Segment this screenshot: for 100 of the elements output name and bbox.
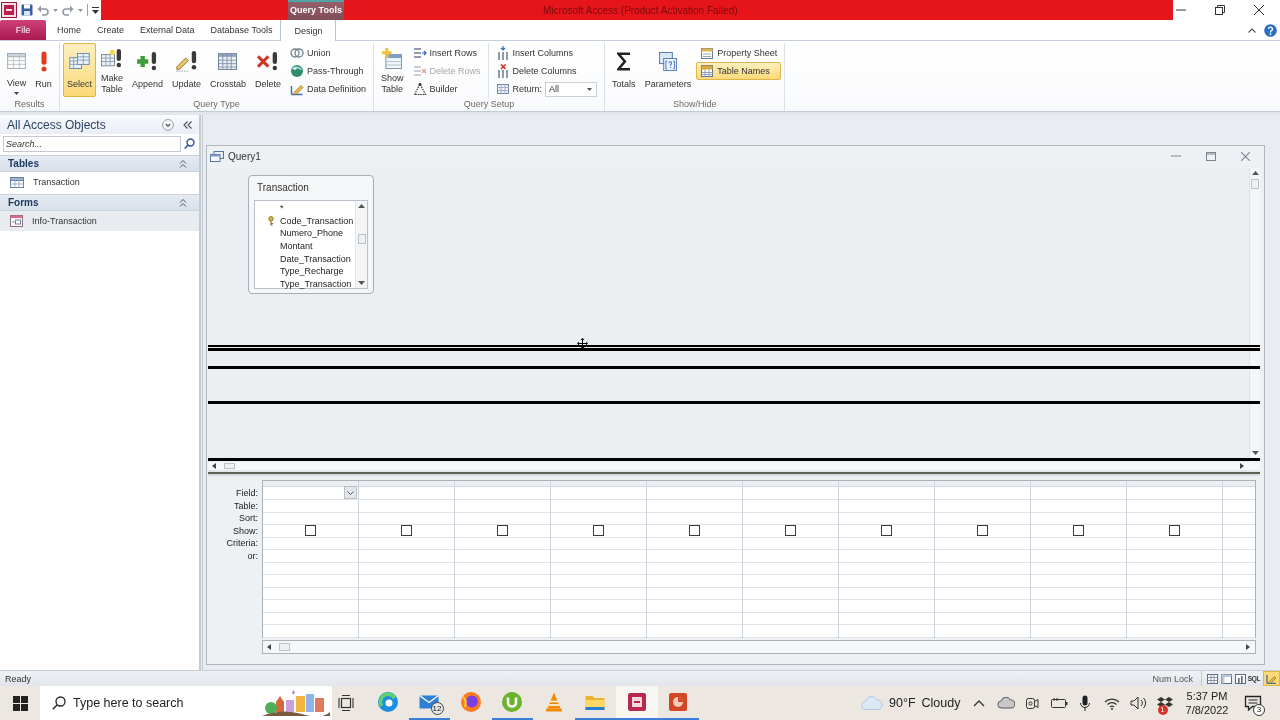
field-item[interactable]: * <box>255 202 355 215</box>
grid-cell[interactable] <box>455 524 550 537</box>
ribbon-tab[interactable]: File <box>0 20 46 40</box>
column-selector[interactable] <box>551 481 646 487</box>
microphone-icon[interactable] <box>1079 694 1092 712</box>
scrollbar-thumb[interactable] <box>357 234 366 244</box>
ribbon-button[interactable]: Totals <box>608 43 640 97</box>
column-selector[interactable] <box>935 481 1030 487</box>
diamond-boxes-icon[interactable] <box>1156 696 1173 710</box>
taskbar-search-field[interactable]: Type here to search <box>73 693 255 713</box>
ribbon-tab[interactable]: Create <box>89 20 133 40</box>
return-dropdown[interactable]: All <box>545 81 598 97</box>
search-icon[interactable] <box>184 138 195 149</box>
nav-item[interactable]: Info-Transaction <box>0 211 199 231</box>
ribbon-button[interactable]: Make Table <box>96 43 127 97</box>
show-checkbox[interactable] <box>593 525 604 536</box>
maximize-icon[interactable] <box>1206 151 1216 161</box>
column-selector[interactable] <box>1223 481 1255 487</box>
help-icon[interactable] <box>1264 23 1277 37</box>
caret-down-icon[interactable] <box>78 8 83 12</box>
design-view-button[interactable] <box>1263 671 1280 686</box>
scrollbar-thumb[interactable] <box>279 643 290 651</box>
ribbon-button[interactable]: Data Definition <box>286 80 371 98</box>
grid-cell[interactable] <box>551 524 646 537</box>
taskbar-app-button[interactable]: 12 <box>408 686 450 720</box>
column-selector[interactable] <box>743 481 838 487</box>
field-item[interactable]: Code_Transaction <box>255 214 355 228</box>
ribbon-button[interactable]: Delete <box>251 43 285 97</box>
restore-icon[interactable] <box>1215 5 1225 15</box>
show-checkbox[interactable] <box>881 525 892 536</box>
show-checkbox[interactable] <box>1169 525 1180 536</box>
nav-group-header[interactable]: Forms <box>0 194 199 211</box>
pivot-table-view-button[interactable] <box>1219 671 1233 686</box>
search-field[interactable]: Search... <box>3 135 181 152</box>
battery-icon[interactable] <box>1049 697 1068 709</box>
scroll-up-icon[interactable] <box>358 204 365 208</box>
ribbon-button[interactable]: Parameters <box>640 43 696 97</box>
grid-cell[interactable] <box>743 524 838 537</box>
show-checkbox[interactable] <box>401 525 412 536</box>
column-selector[interactable] <box>1031 481 1126 487</box>
field-item[interactable]: Montant <box>255 239 355 253</box>
wifi-icon[interactable] <box>1103 696 1120 710</box>
column-selector[interactable] <box>839 481 934 487</box>
windows-logo-icon[interactable] <box>12 695 28 711</box>
field-item[interactable]: Numero_Phone <box>255 227 355 240</box>
close-icon[interactable] <box>1254 5 1264 15</box>
chevron-down-circle-icon[interactable] <box>162 118 174 131</box>
ribbon-button[interactable]: Property Sheet <box>696 44 782 62</box>
scroll-left-icon[interactable] <box>267 644 271 650</box>
grid-cell[interactable] <box>935 524 1030 537</box>
nav-group-header[interactable]: Tables <box>0 155 199 172</box>
double-chevron-left-icon[interactable] <box>183 120 192 129</box>
column-selector[interactable] <box>647 481 742 487</box>
grid-cell[interactable] <box>1031 524 1126 537</box>
ribbon-button[interactable]: Pass-Through <box>286 62 371 80</box>
grid-cell[interactable] <box>359 524 454 537</box>
taskbar-app-button[interactable] <box>616 686 658 720</box>
grid-cell[interactable] <box>839 524 934 537</box>
column-selector[interactable] <box>455 481 550 487</box>
ribbon-button[interactable]: Show Table <box>377 43 408 97</box>
task-view-icon[interactable] <box>338 695 354 711</box>
caret-down-icon[interactable] <box>53 8 58 12</box>
pivot-chart-view-button[interactable] <box>1233 671 1247 686</box>
weather-button[interactable]: 90°F Cloudy <box>859 686 966 720</box>
ribbon-button[interactable]: Union <box>286 44 371 62</box>
scrollbar-thumb[interactable] <box>1251 179 1259 189</box>
ribbon-button[interactable]: Crosstab <box>205 43 250 97</box>
show-checkbox[interactable] <box>497 525 508 536</box>
grid-cell[interactable] <box>263 524 358 537</box>
show-checkbox[interactable] <box>305 525 316 536</box>
undo-icon[interactable] <box>37 4 49 16</box>
field-item[interactable]: Type_Recharge <box>255 264 355 278</box>
minimize-icon[interactable] <box>1171 155 1181 157</box>
grid-cell[interactable] <box>647 524 742 537</box>
scroll-right-icon[interactable] <box>1246 644 1250 650</box>
clock-button[interactable]: 5:37 PM 7/8/2022 <box>1178 686 1236 720</box>
ribbon-button[interactable]: View <box>3 43 31 97</box>
field-item[interactable]: Date_Transaction <box>255 252 355 265</box>
app-icon[interactable] <box>1 2 17 18</box>
show-checkbox[interactable] <box>689 525 700 536</box>
scroll-down-icon[interactable] <box>1251 451 1259 455</box>
grid-cell[interactable] <box>1127 524 1222 537</box>
show-checkbox[interactable] <box>977 525 988 536</box>
datasheet-view-button[interactable] <box>1205 671 1219 686</box>
taskbar-search-box[interactable]: Type here to search <box>40 686 332 720</box>
ribbon-button[interactable]: Append <box>127 43 167 97</box>
ribbon-button[interactable]: Run <box>31 43 56 97</box>
column-selector[interactable] <box>1127 481 1222 487</box>
scroll-up-icon[interactable] <box>1251 171 1259 175</box>
scrollbar-thumb[interactable] <box>224 463 235 469</box>
speaker-icon[interactable] <box>1129 696 1147 710</box>
ribbon-tab[interactable]: Design <box>280 20 337 41</box>
collapse-ribbon-icon[interactable] <box>1248 27 1256 33</box>
redo-icon[interactable] <box>62 4 74 16</box>
camera-icon[interactable] <box>1025 695 1040 711</box>
ribbon-tab[interactable]: External Data <box>132 20 203 40</box>
chevron-up-icon[interactable] <box>973 699 986 707</box>
field-dropdown-button[interactable] <box>344 486 357 499</box>
show-checkbox[interactable] <box>1073 525 1084 536</box>
nav-item[interactable]: Transaction <box>0 172 199 192</box>
